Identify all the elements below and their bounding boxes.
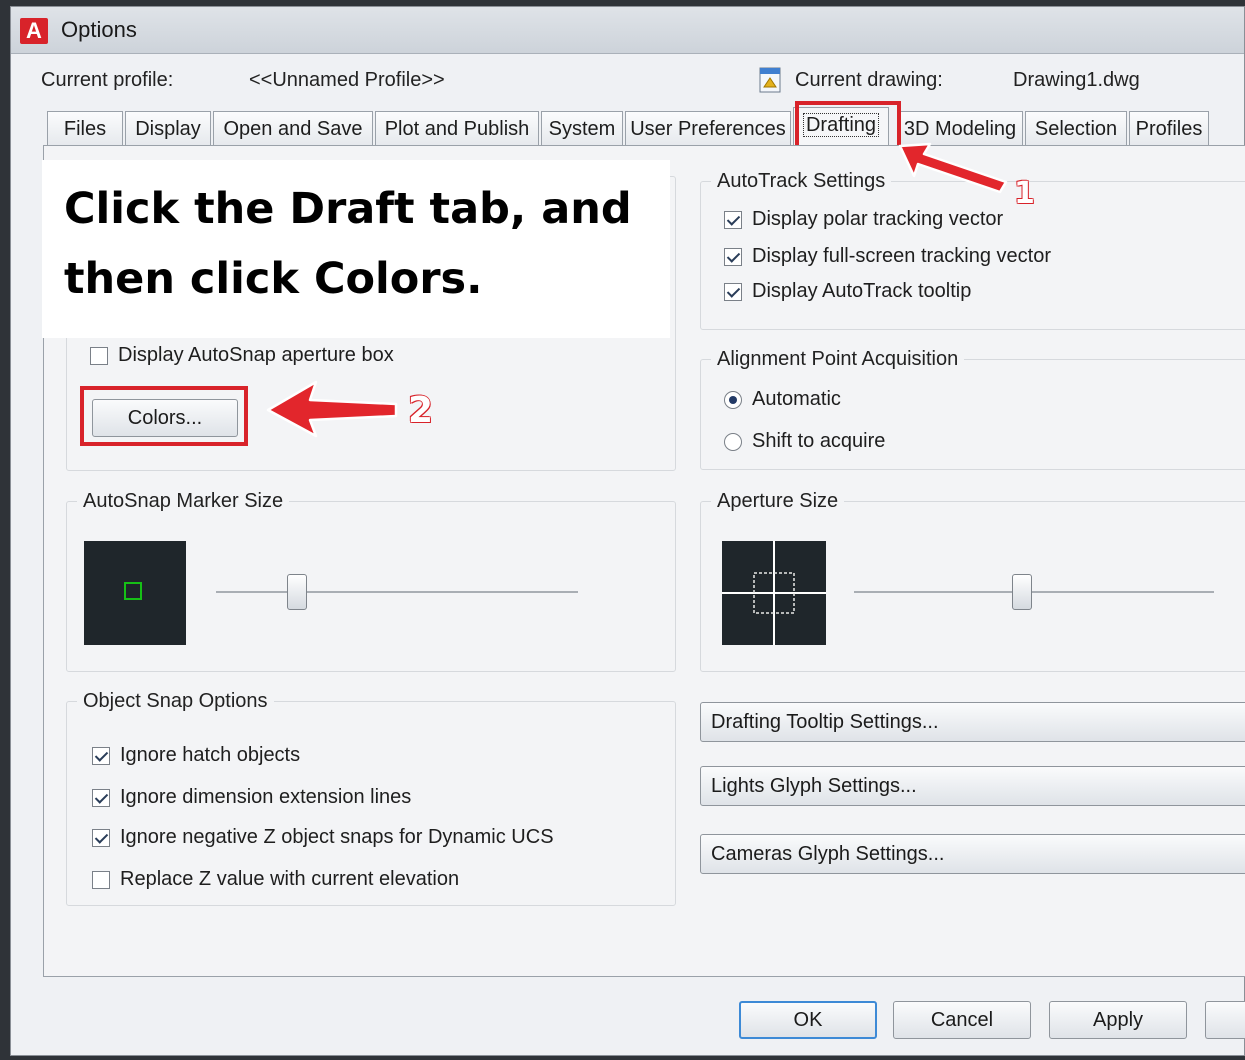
ignore-negative-z-box[interactable]	[92, 828, 110, 847]
help-button-partial[interactable]	[1205, 1001, 1245, 1039]
window-title: Options	[61, 17, 137, 42]
aperture-size-legend: Aperture Size	[717, 490, 839, 512]
drafting-tooltip-settings-button[interactable]: Drafting Tooltip Settings...	[700, 702, 1245, 742]
ignore-dimension-extension-checkbox[interactable]: Ignore dimension extension lines	[92, 786, 411, 809]
autosnap-aperture-box-checkbox[interactable]: Display AutoSnap aperture box	[90, 344, 394, 367]
profile-row: Current profile: <<Unnamed Profile>> Cur…	[11, 63, 1244, 103]
object-snap-legend: Object Snap Options	[83, 690, 268, 712]
marker-size-slider-thumb[interactable]	[287, 574, 307, 610]
ignore-negative-z-checkbox[interactable]: Ignore negative Z object snaps for Dynam…	[92, 826, 554, 849]
aperture-size-slider-thumb[interactable]	[1012, 574, 1032, 610]
tab-user-preferences[interactable]: User Preferences	[625, 111, 791, 145]
title-bar[interactable]: A Options	[11, 7, 1244, 54]
alignment-legend: Alignment Point Acquisition	[717, 348, 959, 370]
shift-to-acquire-radio-dot[interactable]	[724, 432, 742, 451]
aperture-size-slider-track[interactable]	[854, 591, 1214, 593]
full-screen-tracking-checkbox[interactable]: Display full-screen tracking vector	[724, 245, 1051, 268]
instruction-line-1: Click the Draft tab, and	[64, 184, 632, 234]
tab-open-and-save[interactable]: Open and Save	[213, 111, 373, 145]
instruction-callout: Click the Draft tab, and then click Colo…	[42, 160, 670, 338]
replace-z-value-checkbox[interactable]: Replace Z value with current elevation	[92, 868, 459, 891]
autotrack-tooltip-box[interactable]	[724, 282, 742, 301]
polar-tracking-checkbox[interactable]: Display polar tracking vector	[724, 208, 1003, 231]
marker-preview	[84, 541, 186, 645]
autocad-logo-icon: A	[20, 18, 48, 44]
aperture-preview-icon	[722, 541, 826, 645]
ignore-hatch-box[interactable]	[92, 746, 110, 765]
ignore-dimension-extension-box[interactable]	[92, 788, 110, 807]
replace-z-value-box[interactable]	[92, 870, 110, 889]
full-screen-tracking-box[interactable]	[724, 247, 742, 266]
drawing-file-icon	[759, 67, 781, 93]
tab-profiles[interactable]: Profiles	[1129, 111, 1209, 145]
aperture-box-checkbox-box[interactable]	[90, 346, 108, 365]
tab-plot-and-publish[interactable]: Plot and Publish	[375, 111, 539, 145]
ok-button[interactable]: OK	[739, 1001, 877, 1039]
step-number-2: 2	[407, 389, 434, 432]
apply-button[interactable]: Apply	[1049, 1001, 1187, 1039]
automatic-radio[interactable]: Automatic	[724, 388, 841, 411]
tab-files[interactable]: Files	[47, 111, 123, 145]
cancel-button[interactable]: Cancel	[893, 1001, 1031, 1039]
tab-system[interactable]: System	[541, 111, 623, 145]
colors-button-highlight	[80, 386, 248, 446]
current-profile-label: Current profile:	[41, 69, 174, 91]
current-profile-value: <<Unnamed Profile>>	[249, 69, 445, 91]
tab-selection[interactable]: Selection	[1025, 111, 1127, 145]
current-drawing-label: Current drawing:	[795, 69, 943, 91]
current-drawing-value: Drawing1.dwg	[1013, 69, 1140, 91]
arrow-to-drafting-tab-icon	[898, 142, 1008, 194]
autotrack-tooltip-checkbox[interactable]: Display AutoTrack tooltip	[724, 280, 971, 303]
cameras-glyph-settings-button[interactable]: Cameras Glyph Settings...	[700, 834, 1245, 874]
step-number-1: 1	[1013, 175, 1035, 212]
ignore-hatch-checkbox[interactable]: Ignore hatch objects	[92, 744, 300, 767]
tab-display[interactable]: Display	[125, 111, 211, 145]
lights-glyph-settings-button[interactable]: Lights Glyph Settings...	[700, 766, 1245, 806]
aperture-box-label: Display AutoSnap aperture box	[118, 344, 394, 366]
shift-to-acquire-radio[interactable]: Shift to acquire	[724, 430, 885, 453]
polar-tracking-box[interactable]	[724, 210, 742, 229]
autosnap-marker-icon	[124, 582, 142, 600]
arrow-to-colors-button-icon	[266, 380, 398, 438]
autotrack-legend: AutoTrack Settings	[717, 170, 886, 192]
instruction-line-2: then click Colors.	[64, 254, 483, 304]
marker-size-slider-track[interactable]	[216, 591, 578, 593]
automatic-radio-dot[interactable]	[724, 390, 742, 409]
marker-size-legend: AutoSnap Marker Size	[83, 490, 284, 512]
drafting-tab-highlight	[795, 101, 901, 151]
